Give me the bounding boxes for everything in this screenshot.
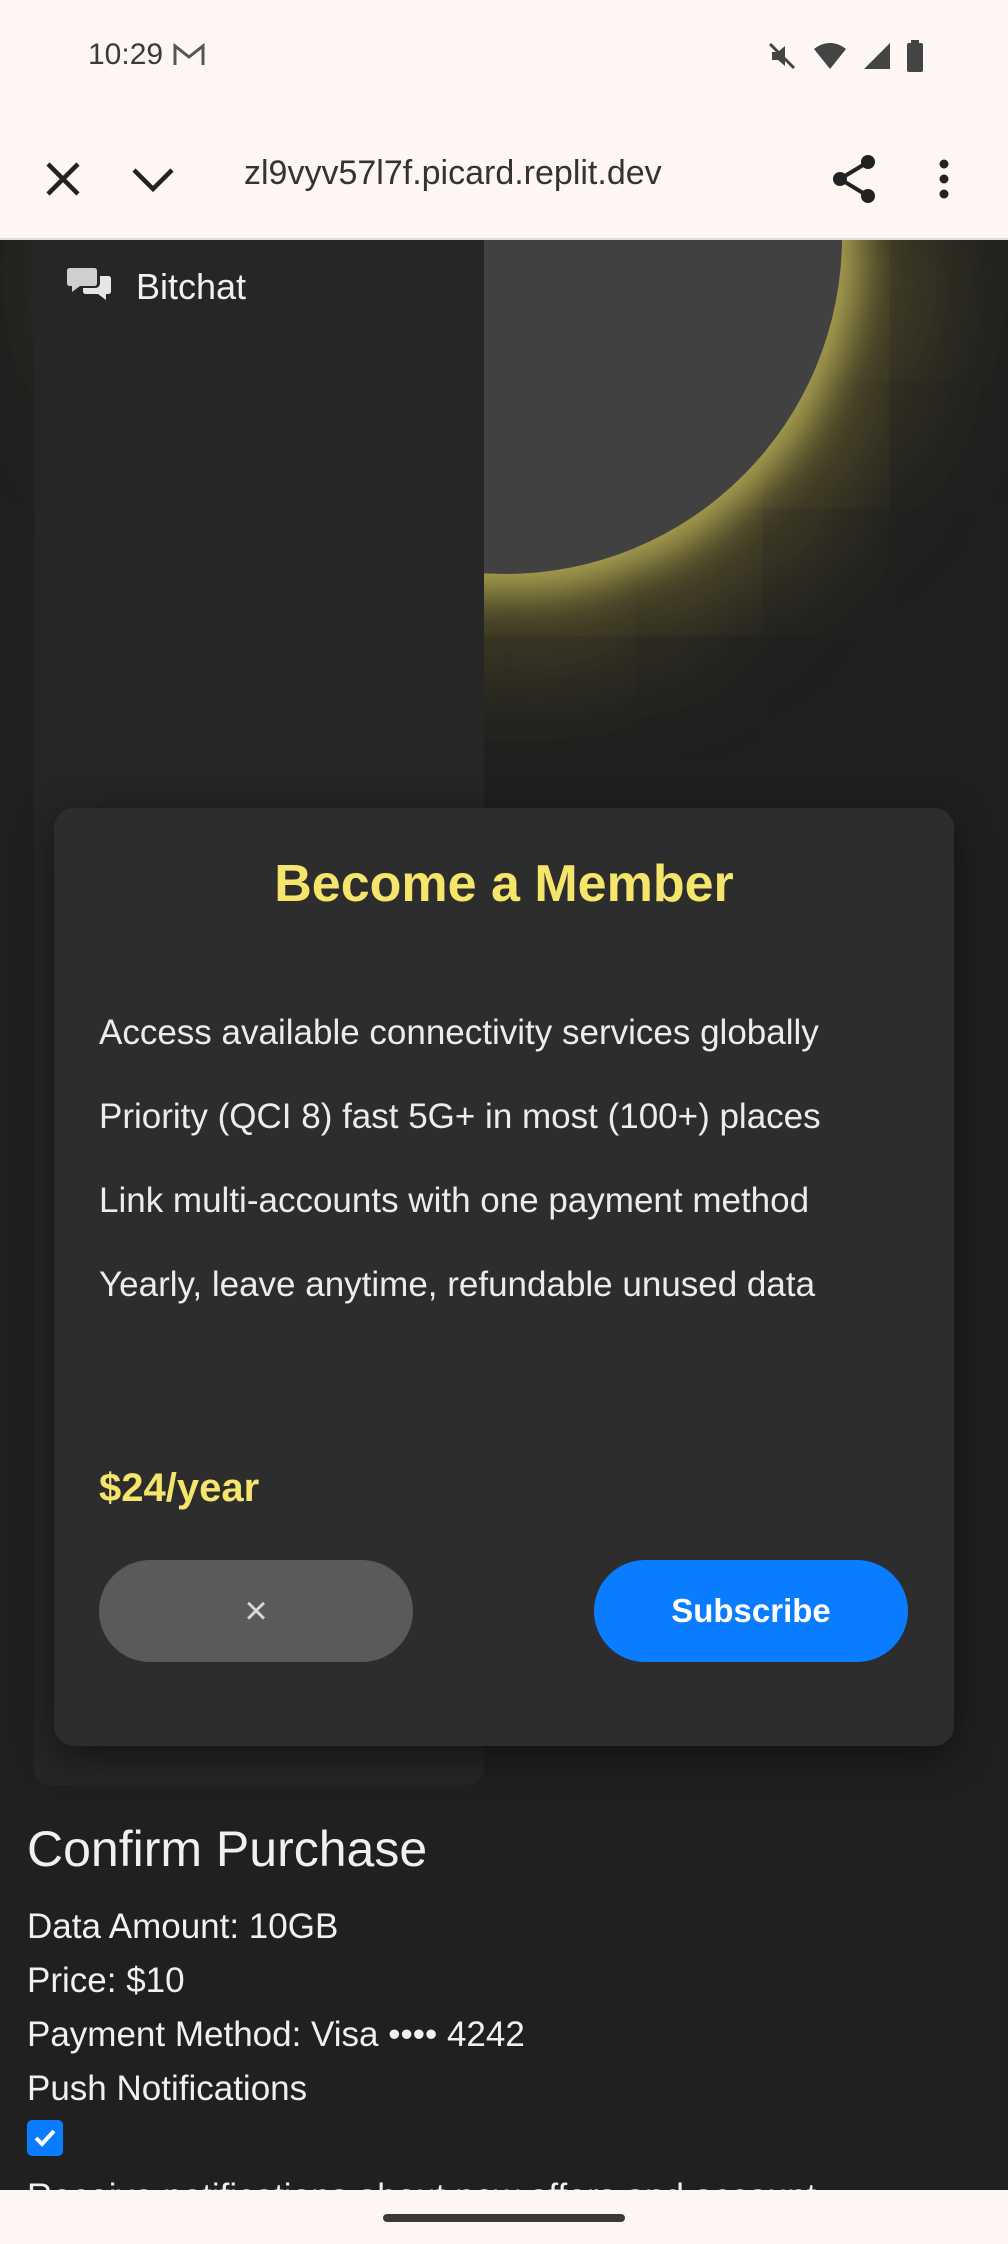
modal-title: Become a Member [274, 855, 734, 913]
data-amount: Data Amount: 10GB [27, 1907, 339, 1946]
status-bar: 10:29 [0, 0, 1008, 118]
feature-item: Access available connectivity services g… [99, 1013, 819, 1052]
close-icon: × [244, 1588, 268, 1633]
feature-item: Priority (QCI 8) fast 5G+ in most (100+)… [99, 1097, 821, 1136]
purchase-price: Price: $10 [27, 1961, 185, 2000]
notifications-description: Receive notifications about new offers a… [27, 2170, 816, 2190]
share-icon[interactable] [830, 152, 880, 211]
status-icons [766, 40, 924, 77]
payment-method: Payment Method: Visa •••• 4242 [27, 2015, 525, 2054]
feature-item: Link multi-accounts with one payment met… [99, 1181, 810, 1220]
home-gesture-handle[interactable] [383, 2214, 625, 2222]
more-icon[interactable] [928, 156, 960, 202]
wifi-icon [812, 41, 848, 76]
push-notifications-checkbox[interactable] [27, 2120, 63, 2156]
signal-icon [862, 41, 892, 76]
url-field[interactable]: zl9vyv57l7f.picard.replit.dev [244, 154, 724, 193]
push-notifications-label: Push Notifications [27, 2069, 308, 2108]
membership-modal: Become a Member Access available connect… [54, 808, 954, 1746]
dismiss-button[interactable]: × [99, 1560, 413, 1662]
mute-icon [766, 40, 798, 77]
membership-price: $24/year [99, 1466, 260, 1510]
chat-bubbles-icon [66, 264, 114, 309]
battery-icon [906, 40, 924, 77]
browser-toolbar: zl9vyv57l7f.picard.replit.dev [0, 118, 1008, 240]
feature-list: Access available connectivity services g… [99, 1013, 821, 1349]
subscribe-button[interactable]: Subscribe [594, 1560, 908, 1662]
mail-icon [172, 42, 206, 73]
confirm-purchase-section: Confirm Purchase Data Amount: 10GB Price… [27, 1820, 816, 2190]
chevron-down-icon[interactable] [128, 156, 178, 202]
close-icon[interactable] [40, 156, 86, 202]
status-time: 10:29 [88, 38, 164, 71]
page-content: Bitchat Become a Member Access available… [0, 240, 1008, 2190]
confirm-title: Confirm Purchase [27, 1821, 428, 1877]
system-nav-bar [0, 2190, 1008, 2244]
brand[interactable]: Bitchat [66, 264, 246, 309]
feature-item: Yearly, leave anytime, refundable unused… [99, 1265, 816, 1304]
brand-name: Bitchat [136, 265, 247, 307]
